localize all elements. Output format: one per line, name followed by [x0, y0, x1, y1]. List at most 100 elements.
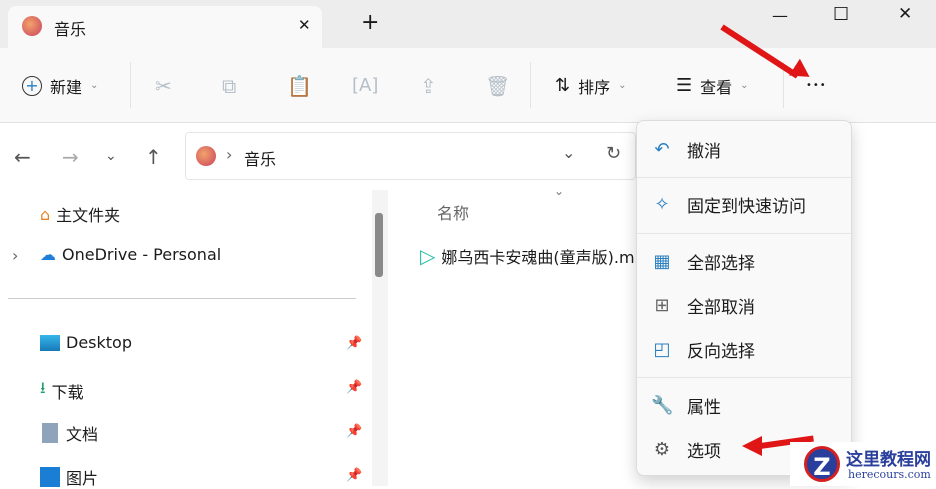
column-header-name[interactable]: 名称	[437, 200, 469, 224]
sidebar-item-label: 文档	[66, 425, 99, 444]
menu-label: 全部选择	[687, 253, 755, 274]
picture-icon	[40, 467, 60, 487]
menu-label: 属性	[687, 397, 721, 418]
arrow-head	[742, 436, 762, 456]
new-tab-button[interactable]: +	[361, 10, 379, 35]
recent-locations-button[interactable]: ⌄	[105, 148, 117, 164]
view-button[interactable]: ☰ 查看 ⌄	[676, 48, 749, 123]
sort-button[interactable]: ⇅ 排序 ⌄	[555, 48, 627, 123]
back-button[interactable]: ←	[14, 145, 31, 169]
select-none-icon: ⊞	[654, 294, 670, 316]
desktop-icon	[40, 334, 60, 351]
menu-item-pin-quick-access[interactable]: ✧ 固定到快速访问	[651, 186, 806, 222]
select-all-icon: ▦	[653, 250, 671, 272]
copy-icon[interactable]: ⧉	[222, 48, 236, 123]
menu-label: 全部取消	[687, 297, 755, 318]
view-icon: ☰	[676, 75, 693, 96]
file-name: 娜乌西卡安魂曲(童声版).m	[441, 248, 635, 267]
cloud-icon: ☁	[40, 245, 56, 264]
music-folder-icon	[22, 16, 42, 36]
sidebar-item-desktop[interactable]: Desktop	[40, 333, 132, 352]
more-options-menu: ↶ 撤消 ✧ 固定到快速访问 ▦ 全部选择 ⊞ 全部取消 ◰ 反向选择 🔧 属性 ⚙ 选项	[636, 120, 852, 476]
chevron-down-icon: ⌄	[618, 80, 627, 91]
close-button[interactable]: ✕	[898, 4, 912, 24]
pin-icon[interactable]: 📌	[346, 380, 362, 395]
rename-icon[interactable]: [A]	[352, 48, 378, 123]
sidebar-item-label: 下载	[51, 382, 84, 402]
divider	[8, 298, 356, 299]
plus-circle-icon: +	[22, 75, 42, 96]
forward-button[interactable]: →	[62, 145, 79, 169]
sidebar-item-label: 图片	[66, 469, 99, 488]
new-label: 新建	[50, 77, 83, 97]
menu-label: 撤消	[687, 141, 721, 162]
audio-file-icon: ▷	[420, 244, 436, 268]
watermark-logo: Z	[804, 446, 840, 482]
pin-icon: ✧	[654, 193, 670, 215]
menu-label: 反向选择	[687, 341, 755, 362]
cut-icon[interactable]: ✂	[155, 48, 172, 123]
menu-item-select-none[interactable]: ⊞ 全部取消	[651, 287, 755, 323]
sidebar-item-onedrive[interactable]: ☁ OneDrive - Personal	[40, 245, 221, 264]
download-icon: ⭳	[40, 378, 46, 397]
menu-divider	[637, 233, 851, 234]
tab-title: 音乐	[54, 20, 87, 39]
menu-item-properties[interactable]: 🔧 属性	[651, 387, 721, 423]
sidebar-item-documents[interactable]: 文档	[40, 421, 98, 445]
menu-divider	[637, 377, 851, 378]
menu-divider	[637, 177, 851, 178]
scrollbar-thumb[interactable]	[375, 213, 383, 277]
maximize-button[interactable]: ☐	[833, 4, 849, 25]
menu-item-undo[interactable]: ↶ 撤消	[651, 131, 721, 167]
address-bar[interactable]: › 音乐 ⌄ ↻	[185, 132, 636, 180]
minimize-button[interactable]: —	[772, 6, 788, 25]
document-icon	[42, 423, 58, 443]
view-label: 查看	[700, 77, 733, 97]
divider	[130, 62, 131, 108]
watermark-url: herecours.com	[848, 468, 931, 481]
chevron-down-icon: ⌄	[90, 80, 99, 91]
more-options-button[interactable]: •••	[806, 48, 827, 123]
pin-icon[interactable]: 📌	[346, 424, 362, 439]
menu-label: 固定到快速访问	[687, 196, 806, 217]
menu-item-select-all[interactable]: ▦ 全部选择	[651, 243, 755, 279]
undo-icon: ↶	[654, 138, 670, 160]
paste-icon[interactable]: 📋	[287, 48, 312, 123]
share-icon[interactable]: ⇪	[420, 48, 437, 123]
address-dropdown-icon[interactable]: ⌄	[562, 143, 575, 162]
refresh-icon[interactable]: ↻	[606, 143, 621, 164]
sidebar-item-pictures[interactable]: 图片	[40, 465, 98, 489]
menu-item-options[interactable]: ⚙ 选项	[651, 431, 721, 467]
delete-icon[interactable]: 🗑	[485, 48, 510, 123]
home-icon: ⌂	[40, 204, 51, 224]
pin-icon[interactable]: 📌	[346, 468, 362, 483]
sort-label: 排序	[578, 77, 611, 97]
wrench-icon: 🔧	[651, 394, 674, 416]
expand-chevron-icon[interactable]: ›	[12, 246, 18, 265]
sort-indicator-icon: ⌄	[554, 184, 565, 198]
sort-icon: ⇅	[555, 75, 571, 96]
breadcrumb-separator: ›	[226, 145, 233, 164]
music-folder-icon	[196, 146, 216, 166]
tab-close-button[interactable]: ✕	[298, 16, 311, 34]
gear-icon: ⚙	[653, 438, 671, 460]
command-bar: + 新建 ⌄ ✂ ⧉ 📋 [A] ⇪ 🗑 ⇅ 排序 ⌄ ☰ 查看 ⌄ •••	[0, 48, 936, 123]
tab-music[interactable]: 音乐 ✕	[8, 6, 322, 48]
divider	[530, 62, 531, 108]
sidebar-item-downloads[interactable]: ⭳ 下载	[40, 377, 84, 404]
watermark: Z 这里教程网 herecours.com	[790, 442, 936, 486]
pin-icon[interactable]: 📌	[346, 336, 362, 351]
sidebar-item-label: OneDrive - Personal	[62, 245, 222, 264]
file-item[interactable]: ▷ 娜乌西卡安魂曲(童声版).m	[420, 244, 635, 268]
sidebar-item-label: Desktop	[66, 333, 132, 352]
up-button[interactable]: ↑	[145, 145, 162, 169]
breadcrumb-music[interactable]: 音乐	[244, 146, 276, 170]
chevron-down-icon: ⌄	[740, 80, 749, 91]
menu-label: 选项	[687, 441, 721, 462]
sidebar-item-label: 主文件夹	[56, 206, 121, 225]
menu-item-invert-selection[interactable]: ◰ 反向选择	[651, 331, 755, 367]
new-button[interactable]: + 新建 ⌄	[22, 48, 98, 123]
sidebar-item-home[interactable]: ⌂ 主文件夹	[40, 202, 120, 226]
watermark-title: 这里教程网	[846, 450, 931, 470]
invert-selection-icon: ◰	[653, 338, 671, 360]
